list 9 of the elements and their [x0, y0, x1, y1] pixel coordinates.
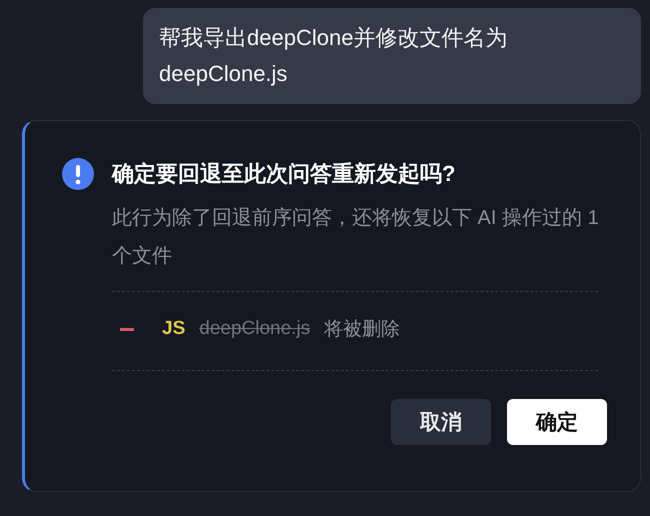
dialog-title: 确定要回退至此次问答重新发起吗?: [112, 160, 456, 188]
file-note: 将被删除: [324, 318, 400, 342]
file-name: deepClone.js: [199, 318, 310, 340]
confirm-button[interactable]: 确定: [507, 399, 607, 445]
exclamation-icon: [62, 158, 94, 190]
user-message: 帮我导出deepClone并修改文件名为deepClone.js: [143, 8, 641, 104]
file-type-label: JS: [162, 318, 186, 340]
dialog-description: 此行为除了回退前序问答，还将恢复以下 AI 操作过的 1 个文件: [112, 206, 600, 269]
cancel-button[interactable]: 取消: [391, 399, 491, 445]
